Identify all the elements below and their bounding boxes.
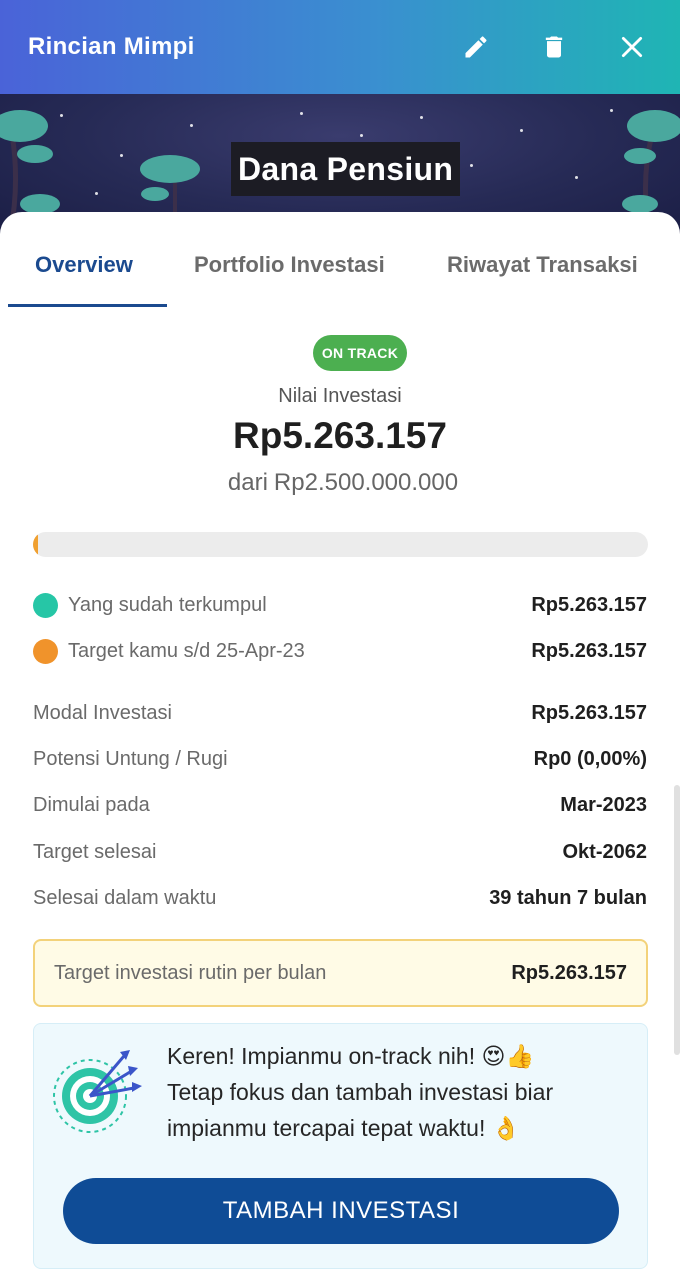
tab-portfolio-investasi[interactable]: Portfolio Investasi <box>194 252 385 278</box>
trash-icon <box>545 36 563 58</box>
detail-value: Rp0 (0,00%) <box>533 748 647 770</box>
legend-value: Rp5.263.157 <box>531 594 647 616</box>
message-line: impianmu tercapai tepat waktu! 👌 <box>167 1115 521 1141</box>
tab-bar: Overview Portfolio Investasi Riwayat Tra… <box>0 212 680 308</box>
message-line: Tetap fokus dan tambah investasi biar <box>167 1079 554 1105</box>
target-value: Rp2.500.000.000 <box>273 469 459 496</box>
detail-label: Modal Investasi <box>33 702 172 724</box>
legend-label: Target kamu s/d 25-Apr-23 <box>68 640 305 662</box>
detail-label: Dimulai pada <box>33 794 150 816</box>
active-tab-indicator <box>8 304 167 307</box>
edit-button[interactable] <box>456 27 496 67</box>
legend-label: Yang sudah terkumpul <box>68 594 267 616</box>
close-icon <box>621 36 643 58</box>
monthly-target-label: Target investasi rutin per bulan <box>54 961 327 984</box>
encouragement-text: Keren! Impianmu on-track nih! 😍👍 Tetap f… <box>167 1038 637 1146</box>
detail-value: Okt-2062 <box>562 841 648 863</box>
detail-row: Potensi Untung / Rugi Rp0 (0,00%) <box>33 748 647 771</box>
detail-row: Modal Investasi Rp5.263.157 <box>33 702 647 725</box>
status-badge: ON TRACK <box>313 335 407 371</box>
investment-label: Nilai Investasi <box>278 385 402 407</box>
delete-button[interactable] <box>534 27 574 67</box>
monthly-target-value: Rp5.263.157 <box>511 961 627 984</box>
target-prefix: dari <box>227 469 268 496</box>
pencil-icon <box>465 36 487 58</box>
progress-fill <box>33 532 38 557</box>
detail-row: Target selesai Okt-2062 <box>33 841 647 864</box>
legend-value: Rp5.263.157 <box>531 640 647 662</box>
encouragement-box: Keren! Impianmu on-track nih! 😍👍 Tetap f… <box>33 1023 648 1269</box>
detail-value: Rp5.263.157 <box>531 702 647 724</box>
goal-detail-card: Overview Portfolio Investasi Riwayat Tra… <box>0 212 680 1280</box>
target-arrows-icon <box>53 1050 142 1133</box>
tab-riwayat-transaksi[interactable]: Riwayat Transaksi <box>447 252 638 278</box>
detail-value: Mar-2023 <box>560 794 647 816</box>
detail-value: 39 tahun 7 bulan <box>489 887 647 909</box>
target-dot-icon <box>33 639 58 664</box>
app-header: Rincian Mimpi <box>0 0 680 94</box>
detail-row: Selesai dalam waktu 39 tahun 7 bulan <box>33 887 647 910</box>
detail-label: Target selesai <box>33 841 157 863</box>
tab-overview[interactable]: Overview <box>35 252 133 278</box>
target-amount: dari Rp2.500.000.000 <box>0 469 680 497</box>
investment-value: Rp5.263.157 <box>233 415 447 456</box>
message-line: Keren! Impianmu on-track nih! 😍👍 <box>167 1043 535 1069</box>
progress-bar <box>33 532 648 557</box>
detail-label: Selesai dalam waktu <box>33 887 217 909</box>
detail-row: Dimulai pada Mar-2023 <box>33 794 647 817</box>
monthly-target-box: Target investasi rutin per bulan Rp5.263… <box>33 939 648 1007</box>
add-investment-button[interactable]: TAMBAH INVESTASI <box>63 1178 619 1244</box>
close-button[interactable] <box>612 27 652 67</box>
goal-title: Dana Pensiun <box>231 142 461 196</box>
legend-row-target: Target kamu s/d 25-Apr-23 Rp5.263.157 <box>33 639 647 664</box>
legend-row-collected: Yang sudah terkumpul Rp5.263.157 <box>33 593 647 618</box>
header-title: Rincian Mimpi <box>28 33 195 60</box>
collected-dot-icon <box>33 593 58 618</box>
detail-label: Potensi Untung / Rugi <box>33 748 228 770</box>
scrollbar[interactable] <box>674 785 680 1055</box>
